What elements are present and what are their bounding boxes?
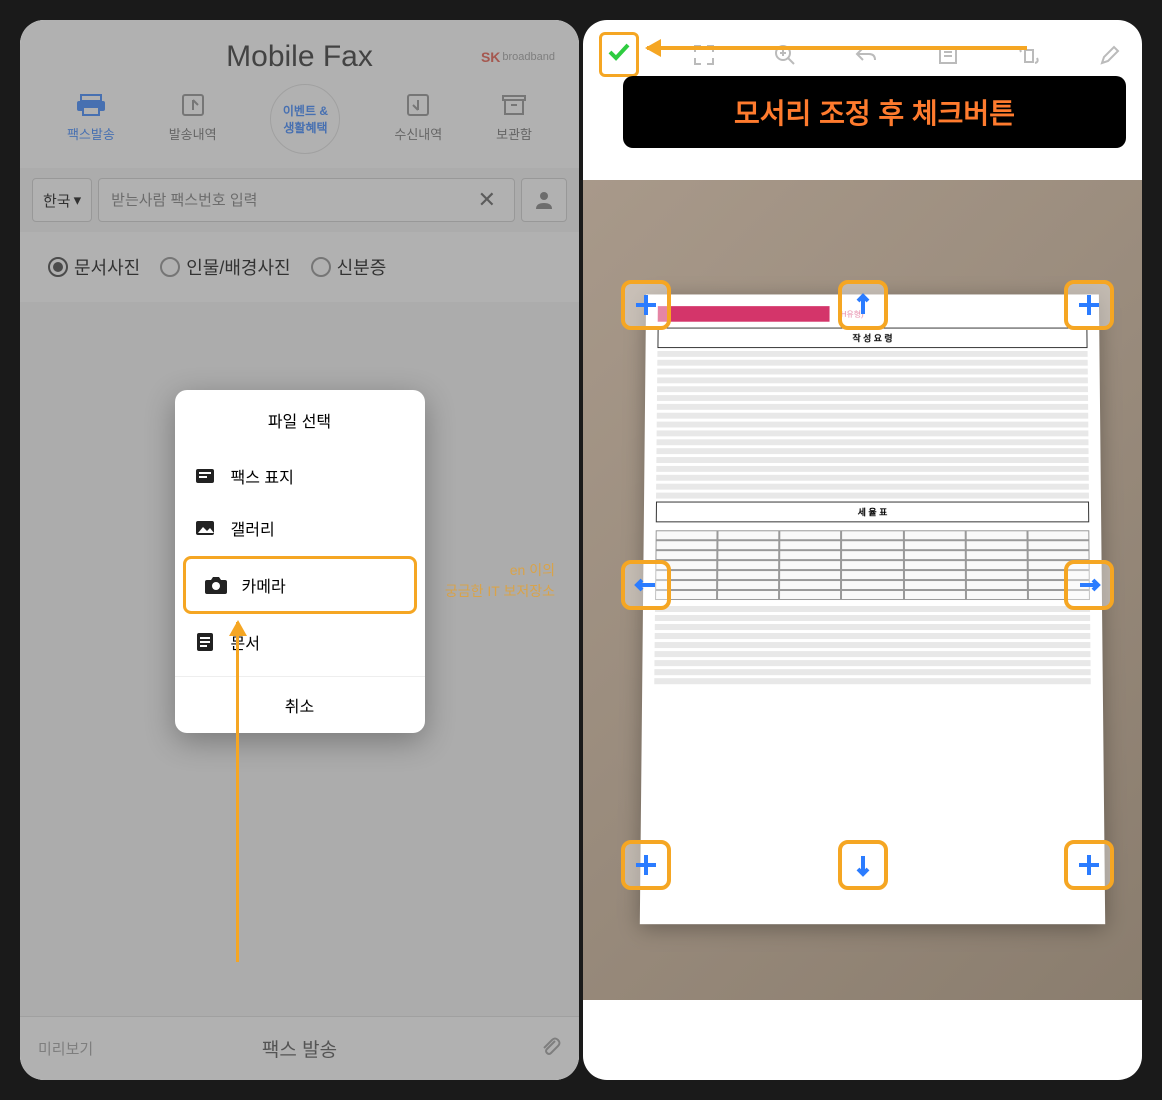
move-icon — [1076, 852, 1102, 878]
camera-icon — [204, 573, 228, 597]
modal-item-gallery[interactable]: 갤러리 — [175, 502, 425, 554]
watermark: en 이의 궁금한 IT 보저장소 — [445, 560, 555, 602]
crop-handle-bottom-right[interactable] — [1064, 840, 1114, 890]
move-icon — [633, 292, 659, 318]
annotation-arrow-left — [647, 46, 1027, 50]
modal-cancel-button[interactable]: 취소 — [175, 676, 425, 733]
arrow-vertical-icon — [850, 852, 876, 878]
phone-left-mobile-fax: Mobile Fax SK broadband 팩스발송 발송내역 이벤트 & — [20, 20, 579, 1080]
crop-handle-top-left[interactable] — [621, 280, 671, 330]
zoom-button[interactable] — [769, 39, 801, 71]
modal-item-camera[interactable]: 카메라 — [183, 556, 417, 614]
fullscreen-button[interactable] — [688, 39, 720, 71]
undo-button[interactable] — [850, 39, 882, 71]
check-icon — [606, 39, 632, 65]
phone-right-editor: 모서리 조정 후 체크버튼 (H유형) 작 성 요 령 세 율 표 — [583, 20, 1142, 1080]
document-icon — [193, 630, 217, 654]
draw-button[interactable] — [1094, 39, 1126, 71]
fax-cover-icon — [193, 464, 217, 488]
modal-item-document[interactable]: 문서 — [175, 616, 425, 668]
confirm-check-button[interactable] — [599, 32, 639, 77]
arrow-horizontal-icon — [1076, 572, 1102, 598]
modal-title: 파일 선택 — [175, 390, 425, 450]
crop-handle-top-mid[interactable] — [838, 280, 888, 330]
crop-handle-mid-left[interactable] — [621, 560, 671, 610]
annotation-callout: 모서리 조정 후 체크버튼 — [623, 76, 1126, 148]
crop-handle-mid-right[interactable] — [1064, 560, 1114, 610]
annotation-arrow-up — [236, 622, 239, 962]
file-select-modal: 파일 선택 팩스 표지 갤러리 카메라 문서 취소 — [175, 390, 425, 733]
arrow-vertical-icon — [850, 292, 876, 318]
text-button[interactable] — [932, 39, 964, 71]
move-icon — [633, 852, 659, 878]
move-icon — [1076, 292, 1102, 318]
crop-handle-bottom-left[interactable] — [621, 840, 671, 890]
crop-handle-bottom-mid[interactable] — [838, 840, 888, 890]
pencil-icon — [1099, 44, 1121, 66]
rotate-button[interactable] — [1013, 39, 1045, 71]
modal-item-fax-cover[interactable]: 팩스 표지 — [175, 450, 425, 502]
photo-crop-area[interactable]: (H유형) 작 성 요 령 세 율 표 — [583, 180, 1142, 1000]
gallery-icon — [193, 516, 217, 540]
arrow-horizontal-icon — [633, 572, 659, 598]
scanned-document: (H유형) 작 성 요 령 세 율 표 — [640, 294, 1105, 924]
crop-handle-top-right[interactable] — [1064, 280, 1114, 330]
